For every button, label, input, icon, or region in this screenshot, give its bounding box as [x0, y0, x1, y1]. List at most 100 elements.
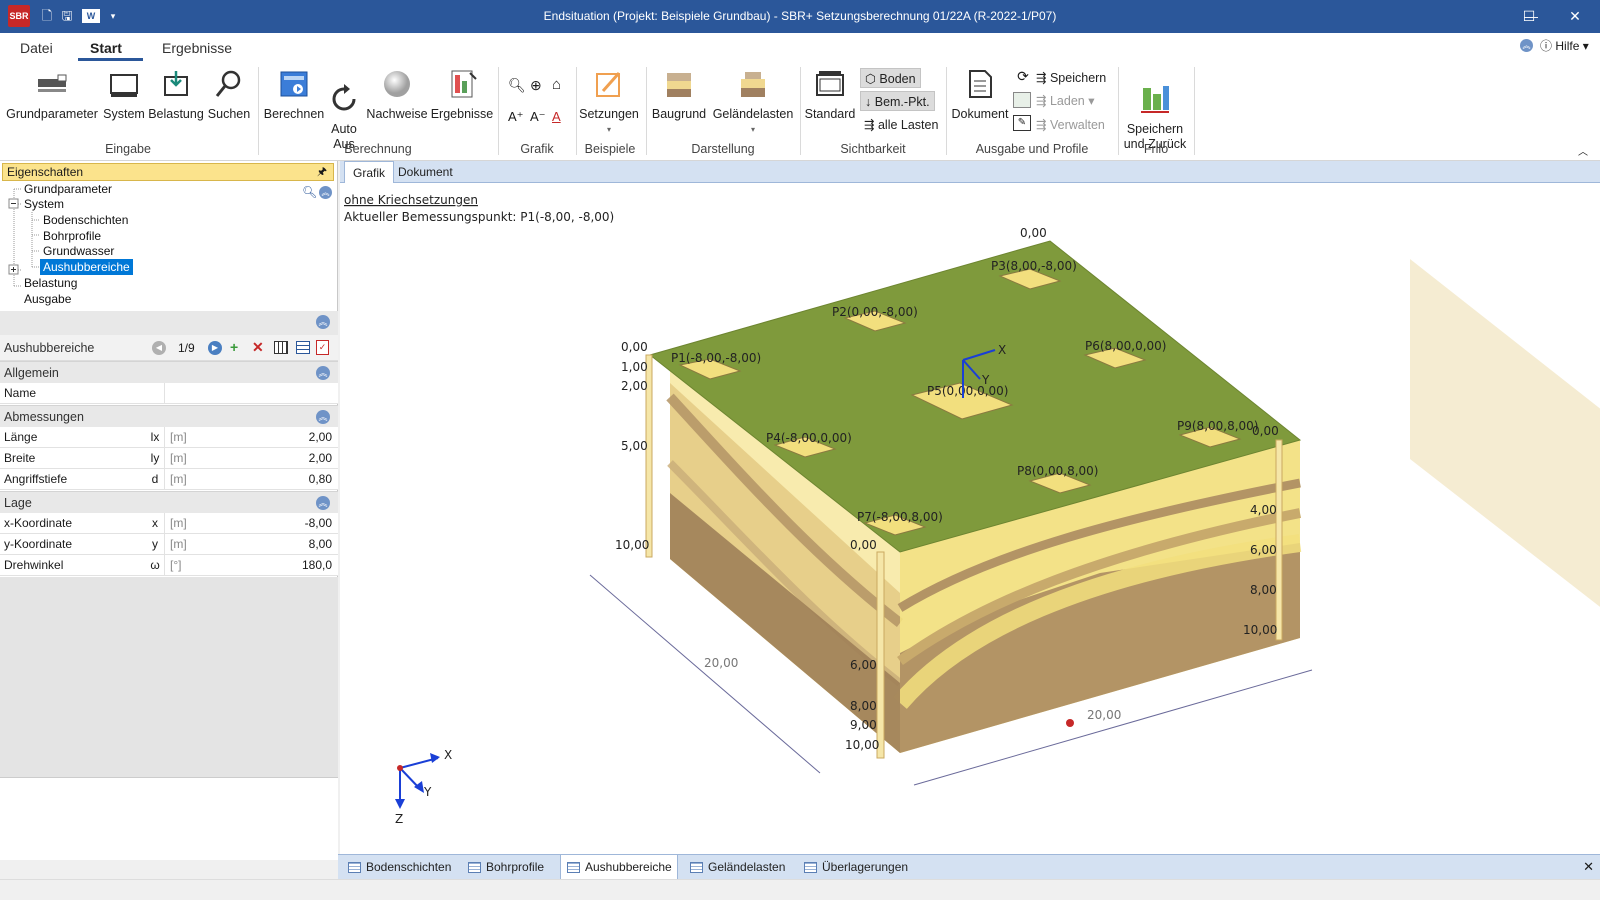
tree-item-system[interactable]: System [24, 196, 64, 212]
zoom-icon[interactable]: 🔍︎ [508, 77, 526, 94]
prop-row-breite[interactable]: Breite ly [m] 2,00 [0, 448, 338, 469]
font-increase-icon[interactable]: A⁺ [508, 109, 524, 125]
tab-datei[interactable]: Datei [20, 40, 53, 56]
nachweise-button[interactable]: Nachweise [364, 69, 430, 122]
point-label-p3[interactable]: P3(8,00,-8,00) [991, 259, 1077, 273]
ribbon-separator [258, 67, 259, 155]
gelaendelasten-button[interactable]: Geländelasten ▾ [710, 69, 796, 137]
section-allgemein[interactable]: Allgemein ︽ [0, 361, 338, 383]
baugrund-button[interactable]: Baugrund [650, 69, 708, 122]
prop-row-name[interactable]: Name [0, 383, 338, 404]
tab-aushubbereiche[interactable]: Aushubbereiche [560, 855, 678, 880]
tree-item-grundparameter[interactable]: Grundparameter [24, 181, 112, 197]
ribbon-collapse-icon[interactable]: ︿ [1578, 143, 1588, 158]
graphic-canvas[interactable]: ohne Kriechsetzungen Aktueller Bemessung… [340, 183, 1600, 854]
bem-pkt-toggle[interactable]: ↓ Bem.-Pkt. [860, 91, 935, 111]
point-label-p9[interactable]: P9(8,00,8,00) [1177, 419, 1259, 433]
next-record-icon[interactable]: ▶ [208, 341, 222, 355]
prop-value[interactable]: 0,80 [309, 469, 332, 489]
tab-bodenschichten[interactable]: Bodenschichten [342, 855, 458, 880]
refresh-icon[interactable]: ⟳ [1013, 68, 1033, 85]
tree-item-grundwasser[interactable]: Grundwasser [43, 243, 114, 259]
collapse-icon[interactable]: ︽ [316, 410, 330, 424]
home-view-icon[interactable]: ⌂ [552, 76, 561, 93]
ribbon-tabs: Datei Start Ergebnisse ︽ ⓘ Hilfe ▾ [0, 33, 1600, 63]
point-label-p4[interactable]: P4(-8,00,0,00) [766, 431, 852, 445]
belastung-button[interactable]: Belastung [148, 69, 204, 122]
checklist-icon[interactable]: ✓ [316, 340, 329, 355]
add-record-icon[interactable]: + [230, 339, 238, 355]
prop-value[interactable]: 2,00 [309, 448, 332, 468]
prop-row-x-koordinate[interactable]: x-Koordinate x [m] -8,00 [0, 513, 338, 534]
pin-icon[interactable]: 🖈 [317, 164, 327, 180]
tree-collapse-icon[interactable]: ︽ [319, 186, 332, 199]
boden-toggle[interactable]: ⬡ Boden [860, 68, 921, 88]
close-panel-icon[interactable]: ✕ [1583, 859, 1594, 875]
tree-item-bodenschichten[interactable]: Bodenschichten [43, 212, 128, 228]
load-profile-icon[interactable] [1013, 92, 1031, 108]
speichern-button[interactable]: ⇶ Speichern [1036, 68, 1106, 88]
berechnen-button[interactable]: Berechnen [262, 69, 326, 122]
group-label-beispiele: Beispiele [584, 142, 636, 156]
tab-bohrprofile[interactable]: Bohrprofile [462, 855, 556, 880]
table-edit-icon[interactable] [296, 341, 310, 354]
collapse-ribbon-icon[interactable]: ︽ [1520, 39, 1533, 52]
maximize-button[interactable]: ☐ [1506, 0, 1552, 33]
point-label-p8[interactable]: P8(0,00,8,00) [1017, 464, 1099, 478]
font-color-icon[interactable]: A [552, 109, 561, 124]
collapse-icon[interactable]: ︽ [316, 496, 330, 510]
axis-z-label: Z [395, 812, 403, 826]
setzungen-button[interactable]: Setzungen ▾ [578, 69, 640, 137]
grundparameter-button[interactable]: Grundparameter [6, 69, 98, 122]
tree-search-icon[interactable]: 🔍︎ [302, 185, 317, 199]
point-label-p6[interactable]: P6(8,00,0,00) [1085, 339, 1167, 353]
prop-value[interactable]: 8,00 [309, 534, 332, 554]
verwalten-button[interactable]: ⇶ Verwalten [1036, 115, 1105, 135]
laden-button[interactable]: ⇶ Laden ▾ [1036, 91, 1094, 111]
section-abmessungen[interactable]: Abmessungen ︽ [0, 405, 338, 427]
ergebnisse-button[interactable]: Ergebnisse [430, 69, 494, 122]
prop-value[interactable]: 180,0 [302, 555, 332, 575]
delete-record-icon[interactable]: ✕ [252, 339, 264, 356]
group-label-sichtbarkeit: Sichtbarkeit [840, 142, 906, 156]
point-label-p7[interactable]: P7(-8,00,8,00) [857, 510, 943, 524]
point-label-p2[interactable]: P2(0,00,-8,00) [832, 305, 918, 319]
dokument-button[interactable]: Dokument [950, 69, 1010, 122]
tree-item-aushubbereiche[interactable]: Aushubbereiche [40, 259, 133, 275]
system-button[interactable]: System [102, 69, 146, 122]
tab-grafik[interactable]: Grafik [344, 161, 395, 183]
tab-ueberlagerungen[interactable]: Überlagerungen [798, 855, 918, 880]
collapse-icon[interactable]: ︽ [316, 315, 330, 329]
prop-row-angriffstiefe[interactable]: Angriffstiefe d [m] 0,80 [0, 469, 338, 490]
creep-note: ohne Kriechsetzungen [344, 193, 478, 207]
suchen-button[interactable]: Suchen [206, 69, 252, 122]
alle-lasten-toggle[interactable]: ⇶ alle Lasten [864, 115, 938, 135]
tree-item-belastung[interactable]: Belastung [24, 275, 77, 291]
font-decrease-icon[interactable]: A⁻ [530, 109, 546, 125]
soil-3d-view[interactable]: ohne Kriechsetzungen Aktueller Bemessung… [340, 183, 1600, 854]
standard-button[interactable]: Standard [804, 69, 856, 122]
prop-row-laenge[interactable]: Länge lx [m] 2,00 [0, 427, 338, 448]
manage-profile-icon[interactable]: ✎ [1013, 115, 1031, 131]
zoom-in-icon[interactable]: ⊕ [530, 77, 542, 94]
prev-record-icon[interactable]: ◀ [152, 341, 166, 355]
tab-dokument[interactable]: Dokument [390, 161, 461, 183]
tab-start[interactable]: Start [90, 40, 122, 56]
close-button[interactable]: ✕ [1552, 0, 1598, 33]
point-label-p1[interactable]: P1(-8,00,-8,00) [671, 351, 761, 365]
prop-row-y-koordinate[interactable]: y-Koordinate y [m] 8,00 [0, 534, 338, 555]
prop-value[interactable]: -8,00 [305, 513, 332, 533]
tree-item-bohrprofile[interactable]: Bohrprofile [43, 228, 101, 244]
tab-ergebnisse[interactable]: Ergebnisse [162, 40, 232, 56]
depth-front-9: 9,00 [850, 718, 877, 732]
table-icon[interactable] [274, 341, 288, 354]
tree-item-ausgabe[interactable]: Ausgabe [24, 291, 71, 307]
tab-gelaendelasten[interactable]: Geländelasten [684, 855, 794, 880]
help-button[interactable]: ⓘ Hilfe ▾ [1540, 37, 1589, 54]
prop-value[interactable]: 2,00 [309, 427, 332, 447]
section-lage[interactable]: Lage ︽ [0, 491, 338, 513]
prop-row-drehwinkel[interactable]: Drehwinkel ω [°] 180,0 [0, 555, 338, 576]
point-label-p5[interactable]: P5(0,00,0,00) [927, 384, 1009, 398]
prop-unit: [m] [170, 537, 187, 551]
collapse-icon[interactable]: ︽ [316, 366, 330, 380]
